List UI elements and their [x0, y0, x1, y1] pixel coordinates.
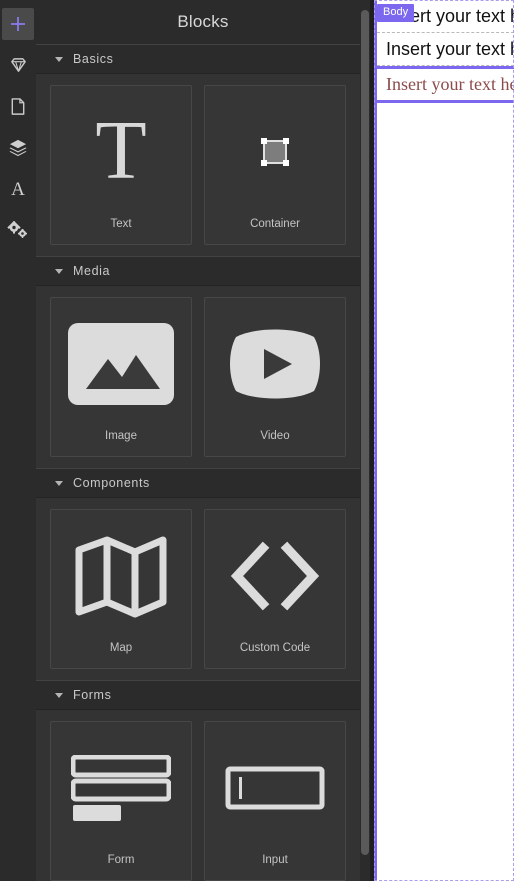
layers-icon [8, 138, 28, 157]
rail-item-add[interactable] [2, 8, 34, 40]
block-label-container: Container [250, 218, 300, 230]
canvas-area: Body Insert your text here Insert your t… [370, 0, 514, 881]
section-label-basics: Basics [73, 52, 114, 66]
input-field-icon [205, 722, 345, 854]
block-label-map: Map [109, 642, 133, 654]
chevron-down-icon [55, 268, 63, 274]
section-header-media[interactable]: Media [36, 256, 370, 286]
app-root: A Blocks Basics T Text Container Media I… [0, 0, 514, 881]
block-label-form: Form [107, 854, 135, 866]
rail-item-settings[interactable] [2, 213, 34, 245]
plus-icon [9, 15, 27, 33]
block-card-image[interactable]: Image [50, 297, 192, 457]
page-icon [9, 97, 27, 116]
panel-scrollbar-track[interactable] [360, 0, 370, 881]
panel-title: Blocks [36, 0, 370, 44]
canvas-text-block-2[interactable]: Insert your text here [377, 33, 514, 66]
section-label-media: Media [73, 264, 111, 278]
block-grid-basics: T Text Container [36, 74, 370, 256]
chevron-down-icon [55, 56, 63, 62]
block-label-text: Text [110, 218, 132, 230]
video-play-icon [205, 298, 345, 430]
image-icon [51, 298, 191, 430]
typography-icon: A [9, 178, 27, 198]
section-header-basics[interactable]: Basics [36, 44, 370, 74]
block-label-input: Input [262, 854, 288, 866]
blocks-panel-scroll-area: Blocks Basics T Text Container Media Ima… [36, 0, 370, 881]
letter-t-icon: T [51, 86, 191, 218]
block-label-video: Video [260, 430, 290, 442]
chevron-down-icon [55, 692, 63, 698]
block-card-container[interactable]: Container [204, 85, 346, 245]
rail-item-pages[interactable] [2, 90, 34, 122]
svg-text:T: T [95, 108, 146, 196]
block-card-custom-code[interactable]: Custom Code [204, 509, 346, 669]
container-icon [205, 86, 345, 218]
svg-text:A: A [11, 179, 25, 198]
rail-item-layers[interactable] [2, 131, 34, 163]
block-grid-forms: Form Input [36, 710, 370, 881]
canvas-text-block-3[interactable]: Insert your text here [377, 66, 514, 103]
blocks-panel: Blocks Basics T Text Container Media Ima… [36, 0, 370, 881]
gem-icon [9, 56, 28, 75]
map-icon [51, 510, 191, 642]
chevron-down-icon [55, 480, 63, 486]
rail-item-style[interactable] [2, 49, 34, 81]
block-card-input[interactable]: Input [204, 721, 346, 881]
block-card-video[interactable]: Video [204, 297, 346, 457]
canvas-body[interactable]: Body Insert your text here Insert your t… [374, 0, 514, 881]
block-card-form[interactable]: Form [50, 721, 192, 881]
block-card-text[interactable]: T Text [50, 85, 192, 245]
block-grid-media: Image Video [36, 286, 370, 468]
block-grid-components: Map Custom Code [36, 498, 370, 680]
rail-item-typography[interactable]: A [2, 172, 34, 204]
gears-icon [7, 220, 29, 239]
section-header-forms[interactable]: Forms [36, 680, 370, 710]
panel-scrollbar-thumb[interactable] [361, 10, 369, 855]
section-header-components[interactable]: Components [36, 468, 370, 498]
code-brackets-icon [205, 510, 345, 642]
form-icon [51, 722, 191, 854]
block-label-image: Image [105, 430, 137, 442]
block-label-custom-code: Custom Code [239, 642, 311, 654]
block-card-map[interactable]: Map [50, 509, 192, 669]
section-label-forms: Forms [73, 688, 112, 702]
left-toolbar: A [0, 0, 36, 881]
body-badge[interactable]: Body [377, 4, 415, 22]
section-label-components: Components [73, 476, 150, 490]
